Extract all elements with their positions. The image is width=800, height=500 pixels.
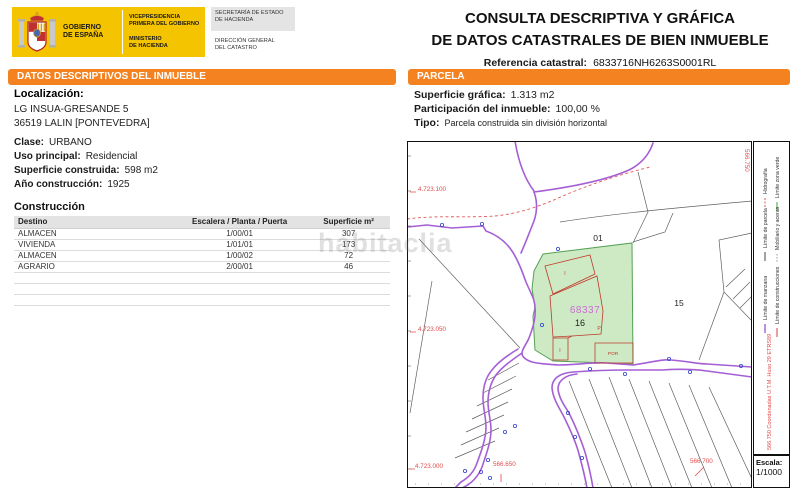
cell-escalera: 1/00/01 (172, 229, 307, 239)
col-destino: Destino (14, 216, 172, 228)
superficie-grafica-label: Superficie gráfica: (414, 89, 506, 101)
localizacion-label: Localización: (14, 88, 84, 100)
document-title: CONSULTA DESCRIPTIVA Y GRÁFICA DE DATOS … (408, 8, 792, 69)
cadastral-map: 68337 16 01 15 I I P POR 4.723.100 4.723… (407, 141, 752, 488)
superficie-grafica-field: Superficie gráfica: 1.313 m2 (414, 89, 554, 101)
table-row: ALMACEN 1/00/02 72 (14, 251, 390, 262)
coord-y-4723000: 4.723.000 (415, 463, 444, 470)
uso-label: Uso principal: (14, 151, 81, 162)
tipo-label: Tipo: (414, 117, 439, 129)
hydrography-line (407, 167, 650, 219)
coord-x-566750: 566.750 (743, 149, 750, 172)
map-legend: Hidrografía Límite zona verde Límite de … (753, 141, 790, 455)
participacion-field: Participación del inmueble: 100,00 % (414, 103, 600, 115)
anio-field: Año construcción: 1925 (14, 179, 130, 190)
section-header-parcela: PARCELA (408, 69, 790, 85)
legend-label-limite-construcciones: Límite de construcciones (775, 266, 781, 324)
cell-escalera: 1/00/02 (172, 251, 307, 261)
col-superficie: Superficie m² (307, 216, 390, 228)
logo-yellow-block: GOBIERNO DE ESPAÑA VICEPRESIDENCIA PRIME… (12, 7, 205, 57)
neighbor-parcel-15-label: 15 (674, 298, 684, 308)
tipo-field: Tipo: Parcela construida sin división hor… (414, 117, 607, 129)
secretaria-label: SECRETARÍA DE ESTADO DE HACIENDA (211, 7, 295, 31)
section-header-datos: DATOS DESCRIPTIVOS DEL INMUEBLE (8, 69, 396, 85)
spain-coat-of-arms-icon (16, 9, 58, 55)
parcel-sub-label: 16 (575, 318, 585, 328)
neighbor-parcel-01-label: 01 (593, 233, 603, 243)
referencia-catastral: Referencia catastral: 6833716NH6263S0001R… (408, 57, 792, 69)
table-empty-row (14, 295, 390, 306)
direccion-line-2: 36519 LALIN [PONTEVEDRA] (14, 118, 150, 129)
table-header-row: Destino Escalera / Planta / Puerta Super… (14, 216, 390, 229)
utm-note: 566.750 Coordenadas U.T.M. Huso 29 ETRS8… (767, 334, 773, 450)
legend-label-zona-verde: Límite zona verde (775, 157, 781, 198)
cell-superficie: 46 (307, 262, 390, 272)
coord-x-566700: 566.700 (690, 458, 713, 465)
superficie-label: Superficie construida: (14, 165, 120, 176)
col-escalera: Escalera / Planta / Puerta (172, 216, 307, 228)
cell-superficie: 72 (307, 251, 390, 261)
scale-box: Escala: 1/1000 (753, 455, 790, 488)
coord-y-4723050: 4.723.050 (418, 326, 447, 333)
secretaria-block: SECRETARÍA DE ESTADO DE HACIENDA DIRECCI… (211, 7, 295, 56)
uso-value: Residencial (86, 151, 138, 162)
title-line-1: CONSULTA DESCRIPTIVA Y GRÁFICA (408, 8, 792, 30)
clase-label: Clase: (14, 137, 44, 148)
table-row: ALMACEN 1/00/01 307 (14, 229, 390, 240)
superficie-value: 598 m2 (125, 165, 158, 176)
legend-label-limite-parcela: Límite de parcela (763, 208, 769, 248)
map-labels: 68337 16 01 15 I I P POR 4.723.100 4.723… (415, 149, 750, 470)
superficie-grafica-value: 1.313 m2 (511, 89, 555, 101)
referencia-value: 6833716NH6263S0001RL (593, 57, 716, 69)
construccion-table: Destino Escalera / Planta / Puerta Super… (14, 216, 390, 306)
parcel-number-label: 68337 (570, 305, 600, 316)
legend-label-limite-manzana: Límite de manzana (763, 276, 769, 320)
participacion-value: 100,00 % (556, 103, 600, 115)
parcel-68337-shape (532, 243, 633, 364)
cell-destino: AGRARIO (14, 262, 172, 272)
cell-superficie: 307 (307, 229, 390, 239)
tipo-value: Parcela construida sin división horizont… (444, 118, 607, 128)
legend-entries: Hidrografía Límite zona verde Límite de … (754, 142, 789, 454)
cell-destino: ALMACEN (14, 229, 172, 239)
anio-value: 1925 (107, 179, 129, 190)
clase-value: URBANO (49, 137, 92, 148)
cell-escalera: 1/01/01 (172, 240, 307, 250)
anio-label: Año construcción: (14, 179, 102, 190)
coord-y-4723100: 4.723.100 (418, 186, 447, 193)
superficie-field: Superficie construida: 598 m2 (14, 165, 158, 176)
title-line-2: DE DATOS CATASTRALES DE BIEN INMUEBLE (408, 30, 792, 52)
gobierno-logo: GOBIERNO DE ESPAÑA VICEPRESIDENCIA PRIME… (12, 7, 295, 57)
direccion-catastro-label: DIRECCIÓN GENERAL DEL CATASTRO (211, 35, 295, 56)
coord-x-566650: 566.650 (493, 461, 516, 468)
table-empty-row (14, 284, 390, 295)
escala-label: Escala: (756, 458, 787, 467)
ministerio-label: VICEPRESIDENCIA PRIMERA DEL GOBIERNO MIN… (125, 11, 205, 53)
clase-field: Clase: URBANO (14, 137, 92, 148)
legend-label-mobiliario: Mobiliario y aceras (775, 206, 781, 250)
referencia-label: Referencia catastral: (484, 57, 587, 69)
participacion-label: Participación del inmueble: (414, 103, 551, 115)
cell-superficie: 173 (307, 240, 390, 250)
cell-destino: VIVIENDA (14, 240, 172, 250)
gobierno-de-espana-label: GOBIERNO DE ESPAÑA (60, 24, 120, 41)
construccion-title: Construcción (14, 201, 85, 213)
building-label-por: POR (608, 351, 619, 357)
table-row: VIVIENDA 1/01/01 173 (14, 240, 390, 251)
uso-field: Uso principal: Residencial (14, 151, 137, 162)
legend-label-hidrografia: Hidrografía (763, 168, 769, 194)
logo-divider (122, 10, 123, 54)
table-row: AGRARIO 2/00/01 46 (14, 262, 390, 273)
cell-destino: ALMACEN (14, 251, 172, 261)
building-label-i2: I (559, 348, 560, 354)
escala-value: 1/1000 (756, 467, 787, 477)
direccion-line-1: LG INSUA-GRESANDE 5 (14, 104, 128, 115)
cell-escalera: 2/00/01 (172, 262, 307, 272)
table-empty-row (14, 273, 390, 284)
building-label-i1: I (564, 271, 565, 277)
cadastral-document: GOBIERNO DE ESPAÑA VICEPRESIDENCIA PRIME… (0, 0, 800, 500)
